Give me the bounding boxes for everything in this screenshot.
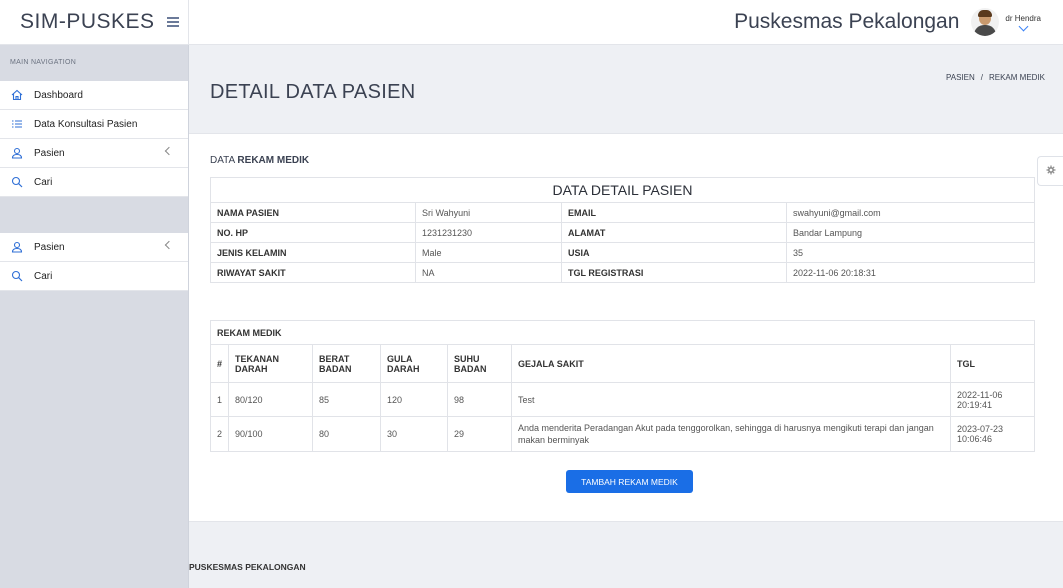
table-row: RIWAYAT SAKIT NA TGL REGISTRASI 2022-11-… [210,262,1035,283]
user-menu[interactable]: dr Hendra [1005,14,1041,32]
sidebar-item-label: Pasien [34,147,65,159]
chevron-left-icon [164,240,174,250]
page-title: DETAIL DATA PASIEN [210,81,416,103]
detail-caption: DATA DETAIL PASIEN [210,177,1035,203]
menu-toggle-icon[interactable] [166,17,179,27]
breadcrumb-separator: / [980,73,983,82]
sidebar-item-dashboard[interactable]: Dashboard [0,81,188,110]
user-avatar-icon[interactable] [971,8,1000,36]
app-title: SIM-PUSKES [20,10,155,33]
add-medical-record-button[interactable]: TAMBAH REKAM MEDIK [566,470,693,493]
breadcrumb-link-pasien[interactable]: PASIEN [946,73,975,82]
user-icon [10,240,24,254]
content-header: DETAIL DATA PASIEN PASIEN / REKAM MEDIK [189,45,1063,134]
footer-text: PUSKESMAS PEKALONGAN [189,562,306,572]
section-title: DATA REKAM MEDIK [210,155,310,166]
brand-area: SIM-PUSKES [0,0,189,45]
chevron-down-icon [1018,21,1029,32]
list-icon [10,117,24,131]
sidebar: MAIN NAVIGATION Dashboard Data Konsultas… [0,45,189,588]
sidebar-item-pasien[interactable]: Pasien [0,139,188,168]
rekam-caption: REKAM MEDIK [210,320,1035,345]
top-navbar: Puskesmas Pekalongan dr Hendra [189,0,1063,45]
main-panel: DATA REKAM MEDIK DATA DETAIL PASIEN NAMA… [189,134,1063,521]
sidebar-item-pasien-2[interactable]: Pasien [0,233,188,262]
medical-record-table: REKAM MEDIK # TEKANAN DARAH BERAT BADAN GU… [209,320,1035,452]
sidebar-item-label: Dashboard [34,89,83,101]
sidebar-item-cari[interactable]: Cari [0,168,188,197]
site-name: Puskesmas Pekalongan [734,10,960,33]
sidebar-item-data-konsultasi[interactable]: Data Konsultasi Pasien [0,110,188,139]
nav-group-secondary: Pasien Cari [0,233,188,291]
breadcrumb-current: REKAM MEDIK [988,73,1045,82]
breadcrumb: PASIEN / REKAM MEDIK [946,73,1045,82]
sidebar-item-label: Cari [34,176,53,188]
sidebar-item-label: Pasien [34,241,65,253]
nav-header: MAIN NAVIGATION [0,45,188,81]
table-row: JENIS KELAMIN Male USIA 35 [210,242,1035,263]
table-row: NO. HP 1231231230 ALAMAT Bandar Lampung [210,222,1035,243]
sidebar-item-cari-2[interactable]: Cari [0,262,188,291]
table-row: 1 80/120 85 120 98 Test 2022-11-06 20:19:… [209,382,1035,417]
home-icon [10,88,24,102]
settings-button[interactable] [1037,156,1063,186]
table-header-row: # TEKANAN DARAH BERAT BADAN GULA DARAH SUHU… [209,344,1035,383]
search-icon [10,269,24,283]
footer: PUSKESMAS PEKALONGAN [189,521,1063,588]
gear-icon [1046,165,1056,178]
sidebar-item-label: Data Konsultasi Pasien [34,118,138,130]
table-row: 2 90/100 80 30 29 Anda menderita Peradan… [209,416,1035,452]
user-icon [10,146,24,160]
patient-detail-table: DATA DETAIL PASIEN NAMA PASIEN Sri Wahyu… [210,177,1035,283]
table-row: NAMA PASIEN Sri Wahyuni EMAIL swahyuni@g… [210,202,1035,223]
chevron-left-icon [164,146,174,156]
search-icon [10,175,24,189]
nav-group-main: Dashboard Data Konsultasi Pasien Pasien … [0,81,188,197]
sidebar-item-label: Cari [34,270,53,282]
